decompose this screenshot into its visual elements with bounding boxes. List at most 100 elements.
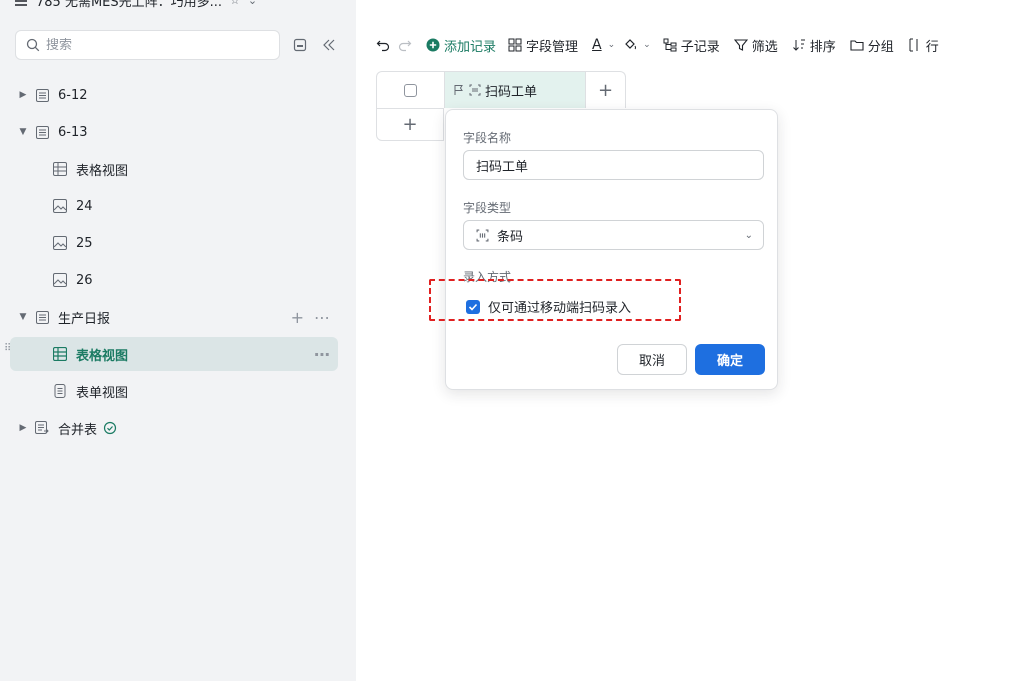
sidebar-item-merged-table[interactable]: ▶ 合并表 bbox=[10, 411, 338, 445]
sync-status-icon bbox=[103, 421, 117, 435]
grid-view-icon bbox=[52, 161, 68, 177]
sub-record-label: 子记录 bbox=[680, 39, 720, 55]
search-icon bbox=[26, 38, 40, 52]
table-icon bbox=[34, 124, 50, 140]
annotation-highlight-box bbox=[429, 279, 681, 321]
add-record-button[interactable]: 添加记录 bbox=[422, 32, 500, 58]
expand-arrow-icon[interactable]: ▶ bbox=[16, 423, 30, 433]
sidebar-item-label: 合并表 bbox=[58, 422, 98, 438]
sidebar-item-label: 26 bbox=[76, 272, 93, 288]
redo-icon bbox=[398, 40, 412, 52]
field-name-label: 字段名称 bbox=[463, 131, 512, 145]
paint-bucket-icon bbox=[625, 39, 637, 50]
add-field-button[interactable]: + bbox=[586, 72, 625, 108]
primary-field-flag-icon bbox=[454, 85, 463, 95]
sort-button[interactable]: 排序 bbox=[788, 32, 840, 58]
field-manage-button[interactable]: 字段管理 bbox=[504, 32, 582, 58]
group-button[interactable]: 分组 bbox=[846, 32, 898, 58]
field-name-input[interactable]: 扫码工单 bbox=[463, 150, 764, 180]
form-view-icon bbox=[52, 383, 68, 399]
folder-icon bbox=[850, 40, 864, 51]
field-type-select[interactable]: 条码 ⌄ bbox=[463, 220, 764, 250]
sidebar-item-label: 生产日报 bbox=[58, 311, 111, 327]
text-color-button[interactable]: A ⌄ bbox=[588, 32, 619, 58]
sidebar-item-label: 表单视图 bbox=[76, 385, 129, 401]
filter-icon bbox=[733, 39, 748, 51]
add-view-icon[interactable]: + bbox=[291, 308, 304, 327]
sidebar-item-6-13[interactable]: ▼ 6-13 bbox=[10, 115, 338, 149]
drag-handle-icon[interactable]: ⠿ bbox=[4, 344, 11, 354]
sidebar-item-25[interactable]: 25 bbox=[10, 226, 338, 260]
add-circle-icon bbox=[426, 38, 440, 52]
grid-view-icon bbox=[52, 346, 68, 362]
select-all-cell[interactable] bbox=[377, 72, 445, 108]
field-header-cell[interactable]: 扫码工单 bbox=[445, 72, 586, 108]
field-config-popup: 字段名称 扫码工单 字段类型 条码 ⌄ 录入方式 仅可通过移动端扫码录入 取消 … bbox=[445, 109, 778, 390]
filter-button[interactable]: 筛选 bbox=[730, 32, 782, 58]
collapse-arrow-icon[interactable]: ▼ bbox=[16, 127, 30, 137]
fill-color-button[interactable]: ⌄ bbox=[619, 32, 655, 58]
sidebar-item-label: 25 bbox=[76, 235, 93, 251]
more-icon[interactable]: ⋯ bbox=[314, 308, 330, 327]
text-color-icon: A bbox=[592, 37, 602, 53]
sidebar: 785 无需MES先上阵：巧用多... ☆ ⌄ ▶ 6-12 ▼ 6-13 表格… bbox=[0, 0, 356, 681]
document-header: 785 无需MES先上阵：巧用多... ☆ ⌄ bbox=[0, 0, 356, 18]
chevron-down-icon: ⌄ bbox=[744, 229, 753, 241]
confirm-button[interactable]: 确定 bbox=[695, 344, 765, 375]
gallery-icon bbox=[52, 272, 68, 288]
barcode-icon bbox=[469, 84, 481, 96]
sidebar-item-grid-view-active[interactable]: 表格视图 ⋯ bbox=[10, 337, 338, 371]
menu-icon[interactable] bbox=[14, 0, 28, 8]
search-input[interactable] bbox=[46, 37, 246, 53]
undo-icon bbox=[376, 40, 390, 52]
chevron-down-icon: ⌄ bbox=[643, 40, 651, 50]
sort-icon bbox=[792, 39, 805, 51]
gallery-icon bbox=[52, 235, 68, 251]
merged-table-icon bbox=[34, 420, 50, 436]
sidebar-item-24[interactable]: 24 bbox=[10, 189, 338, 223]
gallery-icon bbox=[52, 198, 68, 214]
collapse-arrow-icon[interactable]: ▼ bbox=[16, 312, 30, 322]
toolbar: 添加记录 字段管理 A ⌄ ⌄ 子记录 筛选 排序 分组 行 bbox=[356, 28, 1024, 62]
collapse-sidebar-icon[interactable] bbox=[320, 36, 338, 54]
search-box[interactable] bbox=[15, 30, 280, 60]
cancel-button[interactable]: 取消 bbox=[617, 344, 687, 375]
sidebar-item-label: 表格视图 bbox=[76, 348, 129, 364]
sidebar-item-26[interactable]: 26 bbox=[10, 263, 338, 297]
field-type-value: 条码 bbox=[497, 229, 524, 245]
filter-label: 筛选 bbox=[751, 39, 778, 55]
minimize-panel-icon[interactable] bbox=[291, 36, 309, 54]
sidebar-item-label: 6-12 bbox=[58, 87, 88, 103]
sidebar-item-label: 表格视图 bbox=[76, 163, 129, 179]
sort-label: 排序 bbox=[809, 39, 836, 55]
sidebar-item-label: 24 bbox=[76, 198, 93, 214]
undo-button[interactable] bbox=[372, 32, 394, 58]
row-height-button[interactable]: 行 bbox=[904, 32, 943, 58]
table-icon bbox=[34, 87, 50, 103]
sidebar-item-grid-view[interactable]: 表格视图 bbox=[10, 152, 338, 186]
field-type-label: 字段类型 bbox=[463, 201, 512, 215]
sidebar-item-label: 6-13 bbox=[58, 124, 88, 140]
field-name-value: 扫码工单 bbox=[476, 159, 529, 175]
add-row-button[interactable]: + bbox=[376, 108, 444, 141]
add-record-label: 添加记录 bbox=[444, 39, 497, 55]
sub-record-icon bbox=[663, 38, 677, 52]
sidebar-item-production-daily[interactable]: ▼ 生产日报 + ⋯ bbox=[10, 300, 338, 334]
row-height-icon bbox=[909, 38, 918, 52]
sub-record-button[interactable]: 子记录 bbox=[659, 32, 724, 58]
grid-header-row: 扫码工单 + bbox=[376, 71, 626, 108]
field-manage-icon bbox=[508, 38, 522, 52]
star-icon[interactable]: ☆ bbox=[230, 0, 240, 7]
select-all-checkbox[interactable] bbox=[404, 83, 417, 97]
document-title[interactable]: 785 无需MES先上阵：巧用多... bbox=[36, 0, 222, 10]
barcode-icon bbox=[476, 229, 489, 241]
field-manage-label: 字段管理 bbox=[526, 39, 579, 55]
more-icon[interactable]: ⋯ bbox=[314, 345, 330, 364]
field-header-label: 扫码工单 bbox=[485, 84, 538, 100]
redo-button[interactable] bbox=[394, 32, 416, 58]
expand-arrow-icon[interactable]: ▶ bbox=[16, 90, 30, 100]
sidebar-item-6-12[interactable]: ▶ 6-12 bbox=[10, 78, 338, 112]
row-height-label: 行 bbox=[925, 39, 939, 55]
sidebar-item-form-view[interactable]: 表单视图 bbox=[10, 374, 338, 408]
chevron-down-icon[interactable]: ⌄ bbox=[248, 0, 257, 7]
